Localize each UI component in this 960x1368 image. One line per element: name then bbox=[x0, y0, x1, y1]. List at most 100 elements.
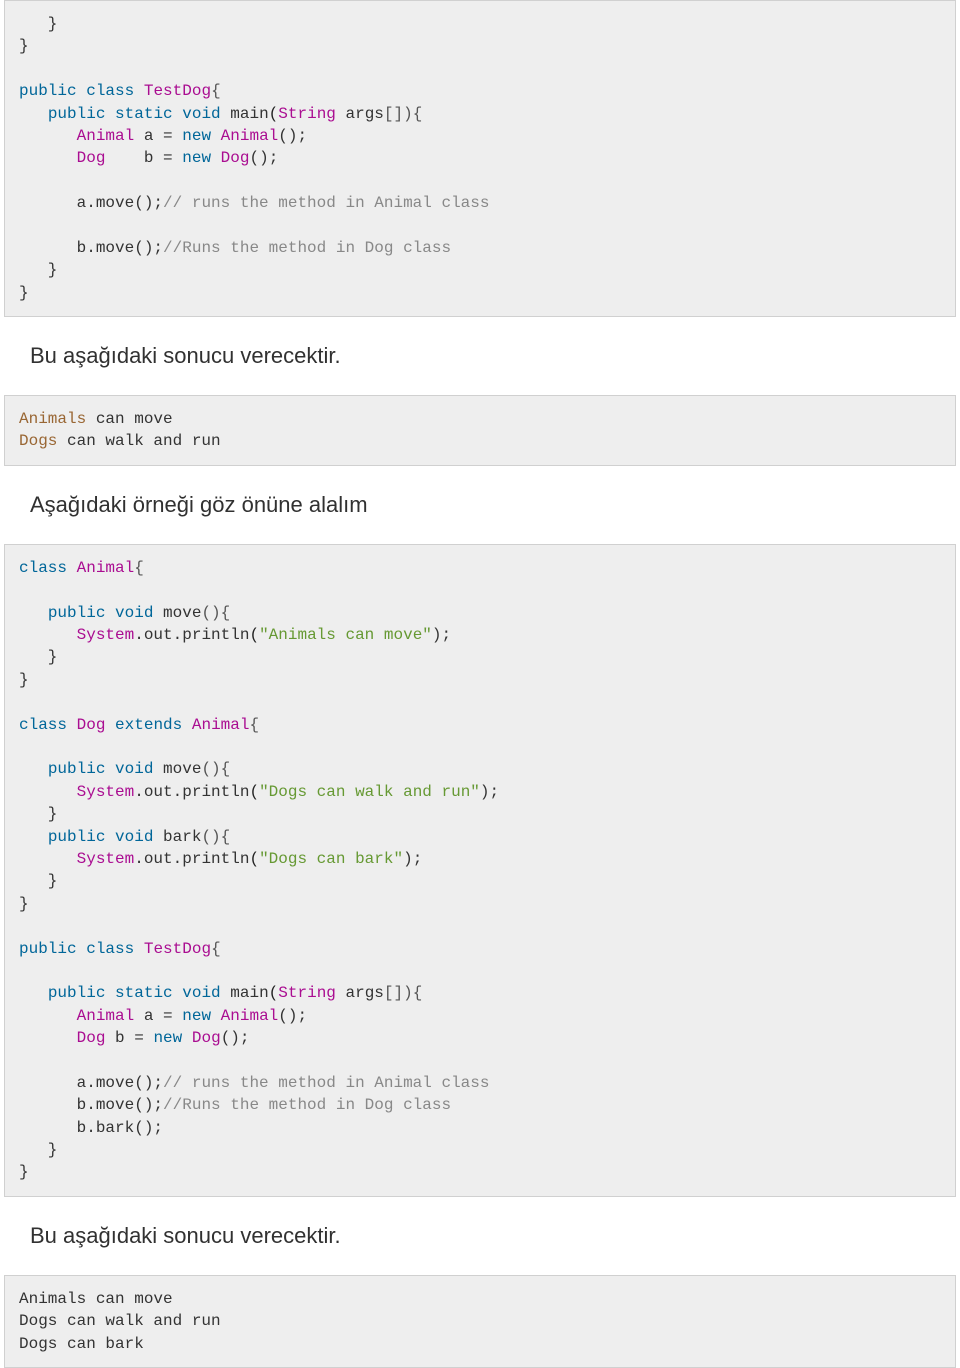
string-literal: "Animals can move" bbox=[259, 626, 432, 644]
method-println: println bbox=[182, 850, 249, 868]
type-system: System bbox=[77, 783, 135, 801]
var-a: a bbox=[134, 1007, 163, 1025]
keyword-public: public bbox=[48, 760, 106, 778]
comment: // runs the method in Animal class bbox=[163, 1074, 489, 1092]
keyword-new: new bbox=[182, 149, 211, 167]
keyword-class: class bbox=[86, 940, 134, 958]
keyword-static: static bbox=[115, 105, 173, 123]
keyword-public: public bbox=[48, 984, 106, 1002]
open-paren: ( bbox=[249, 850, 259, 868]
close-brace: } bbox=[19, 261, 57, 279]
dot-out: .out. bbox=[134, 626, 182, 644]
close-brace: } bbox=[19, 1163, 29, 1181]
keyword-extends: extends bbox=[115, 716, 182, 734]
var-a-ref: a bbox=[19, 1074, 86, 1092]
keyword-static: static bbox=[115, 984, 173, 1002]
type-dog: Dog bbox=[221, 149, 250, 167]
classname-animal: Animal bbox=[77, 559, 135, 577]
keyword-void: void bbox=[182, 984, 220, 1002]
parens: (); bbox=[278, 1007, 307, 1025]
output-line: Animals can move bbox=[19, 1290, 173, 1308]
keyword-void: void bbox=[115, 828, 153, 846]
method-main: main bbox=[221, 105, 269, 123]
keyword-public: public bbox=[19, 82, 77, 100]
classname-testdog: TestDog bbox=[144, 82, 211, 100]
close-paren: ); bbox=[432, 626, 451, 644]
keyword-void: void bbox=[182, 105, 220, 123]
parens: (); bbox=[249, 149, 278, 167]
var-b: b bbox=[105, 1029, 134, 1047]
paragraph-result-intro-2: Bu aşağıdaki sonucu verecektir. bbox=[0, 1197, 960, 1275]
code-line: } bbox=[19, 15, 57, 33]
comment: // runs the method in Animal class bbox=[163, 194, 489, 212]
param-args: args bbox=[336, 105, 384, 123]
type-system: System bbox=[77, 850, 135, 868]
keyword-new: new bbox=[182, 1007, 211, 1025]
equals: = bbox=[163, 149, 173, 167]
method-main: main bbox=[221, 984, 269, 1002]
string-literal: "Dogs can bark" bbox=[259, 850, 403, 868]
classname-dog: Dog bbox=[77, 716, 106, 734]
keyword-void: void bbox=[115, 760, 153, 778]
keyword-public: public bbox=[48, 105, 106, 123]
output-text: can walk and run bbox=[57, 432, 220, 450]
var-a: a bbox=[134, 127, 163, 145]
comment: //Runs the method in Dog class bbox=[163, 1096, 451, 1114]
keyword-public: public bbox=[48, 828, 106, 846]
method-call-bark: .bark(); bbox=[86, 1119, 163, 1137]
keyword-public: public bbox=[19, 940, 77, 958]
method-call-move: .move(); bbox=[86, 1074, 163, 1092]
method-move: move bbox=[153, 760, 201, 778]
var-a-ref: a bbox=[19, 194, 86, 212]
var-b: b bbox=[105, 149, 163, 167]
parens: (); bbox=[278, 127, 307, 145]
keyword-class: class bbox=[19, 716, 67, 734]
paragraph-result-intro: Bu aşağıdaki sonucu verecektir. bbox=[0, 317, 960, 395]
output-text: can move bbox=[86, 410, 172, 428]
param-args: args bbox=[336, 984, 384, 1002]
type-string: String bbox=[278, 984, 336, 1002]
var-b-ref: b bbox=[19, 1096, 86, 1114]
parens-brace: (){ bbox=[201, 828, 230, 846]
method-println: println bbox=[182, 626, 249, 644]
open-paren: ( bbox=[249, 783, 259, 801]
output-line: Dogs can bark bbox=[19, 1335, 144, 1353]
parens-brace: (){ bbox=[201, 604, 230, 622]
code-line: } bbox=[19, 37, 29, 55]
close-brace: } bbox=[19, 805, 57, 823]
keyword-new: new bbox=[153, 1029, 182, 1047]
keyword-new: new bbox=[182, 127, 211, 145]
output-block-1: Animals can move Dogs can walk and run bbox=[4, 395, 956, 466]
type-animal: Animal bbox=[221, 1007, 279, 1025]
close-paren: ); bbox=[403, 850, 422, 868]
method-println: println bbox=[182, 783, 249, 801]
method-call-move: .move(); bbox=[86, 239, 163, 257]
type-dog: Dog bbox=[77, 1029, 106, 1047]
paragraph-example-intro: Aşağıdaki örneği göz önüne alalım bbox=[0, 466, 960, 544]
code-block-1: } } public class TestDog{ public static … bbox=[4, 0, 956, 317]
close-brace: } bbox=[19, 872, 57, 890]
dot-out: .out. bbox=[134, 850, 182, 868]
dot-out: .out. bbox=[134, 783, 182, 801]
method-call-move: .move(); bbox=[86, 194, 163, 212]
close-paren: ); bbox=[480, 783, 499, 801]
classname-animal: Animal bbox=[192, 716, 250, 734]
method-move: move bbox=[153, 604, 201, 622]
comment: //Runs the method in Dog class bbox=[163, 239, 451, 257]
type-dog: Dog bbox=[77, 149, 106, 167]
method-bark: bark bbox=[153, 828, 201, 846]
output-line: Dogs can walk and run bbox=[19, 1312, 221, 1330]
keyword-public: public bbox=[48, 604, 106, 622]
keyword-class: class bbox=[19, 559, 67, 577]
var-b-ref: b bbox=[19, 239, 86, 257]
keyword-class: class bbox=[86, 82, 134, 100]
close-brace: } bbox=[19, 284, 29, 302]
parens: (); bbox=[221, 1029, 250, 1047]
close-brace: } bbox=[19, 1141, 57, 1159]
output-word: Dogs bbox=[19, 432, 57, 450]
close-brace: } bbox=[19, 895, 29, 913]
string-literal: "Dogs can walk and run" bbox=[259, 783, 480, 801]
var-b-ref: b bbox=[19, 1119, 86, 1137]
brace: { bbox=[211, 940, 221, 958]
classname-testdog: TestDog bbox=[144, 940, 211, 958]
